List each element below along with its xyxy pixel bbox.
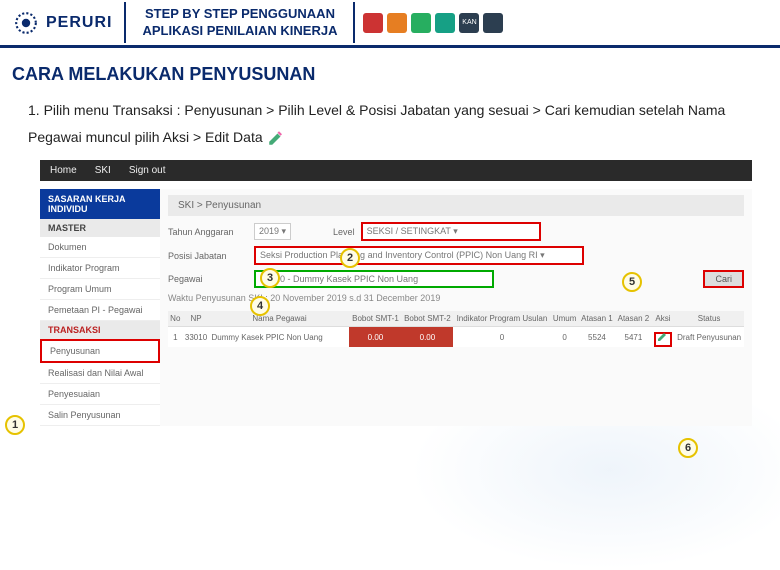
callout-6: 6 bbox=[678, 438, 698, 458]
instruction-text: 1. Pilih menu Transaksi : Penyusunan > P… bbox=[0, 93, 780, 160]
callout-1: 1 bbox=[5, 415, 25, 435]
sidebar-item-penyusunan[interactable]: Penyusunan bbox=[40, 339, 160, 363]
badge-icon bbox=[411, 13, 431, 33]
th-no: No bbox=[168, 311, 183, 327]
th-usulan: Indikator Program Usulan bbox=[453, 311, 550, 327]
sidebar-item-pemetaan[interactable]: Pemetaan PI - Pegawai bbox=[40, 300, 160, 321]
th-nama: Nama Pegawai bbox=[209, 311, 349, 327]
sidebar: SASARAN KERJA INDIVIDU MASTER Dokumen In… bbox=[40, 189, 160, 426]
sidebar-item-penyesuaian[interactable]: Penyesuaian bbox=[40, 384, 160, 405]
th-bobot2: Bobot SMT-2 bbox=[401, 311, 453, 327]
sidebar-item-realisasi[interactable]: Realisasi dan Nilai Awal bbox=[40, 363, 160, 384]
badge-icon bbox=[387, 13, 407, 33]
th-umum: Umum bbox=[550, 311, 578, 327]
level-select[interactable]: SEKSI / SETINGKAT ▾ bbox=[361, 222, 541, 241]
callout-4: 4 bbox=[250, 296, 270, 316]
tahun-select[interactable]: 2019 ▾ bbox=[254, 223, 291, 240]
callout-3: 3 bbox=[260, 268, 280, 288]
nav-home[interactable]: Home bbox=[50, 165, 77, 176]
peruri-logo-icon bbox=[12, 9, 40, 37]
posisi-label: Posisi Jabatan bbox=[168, 251, 248, 261]
posisi-select[interactable]: Seksi Production Planning and Inventory … bbox=[254, 246, 584, 265]
logo: PERURI bbox=[0, 9, 124, 37]
th-atasan2: Atasan 2 bbox=[615, 311, 651, 327]
table-row: 1 33010 Dummy Kasek PPIC Non Uang 0.00 0… bbox=[168, 327, 744, 348]
slide-title: STEP BY STEP PENGGUNAAN APLIKASI PENILAI… bbox=[124, 2, 355, 44]
sidebar-item-salin[interactable]: Salin Penyusunan bbox=[40, 405, 160, 426]
result-table: No NP Nama Pegawai Bobot SMT-1 Bobot SMT… bbox=[168, 311, 744, 347]
kan-badge: KAN bbox=[459, 13, 479, 33]
cari-button[interactable]: Cari bbox=[703, 270, 744, 288]
sidebar-item-program[interactable]: Program Umum bbox=[40, 279, 160, 300]
nav-ski[interactable]: SKI bbox=[95, 165, 111, 176]
app-topbar: Home SKI Sign out bbox=[40, 160, 752, 181]
callout-2: 2 bbox=[340, 248, 360, 268]
slide-header: PERURI STEP BY STEP PENGGUNAAN APLIKASI … bbox=[0, 0, 780, 48]
th-aksi: Aksi bbox=[652, 311, 675, 327]
pegawai-select[interactable]: 33010 - Dummy Kasek PPIC Non Uang bbox=[254, 270, 494, 288]
app-screenshot: Home SKI Sign out SASARAN KERJA INDIVIDU… bbox=[40, 160, 752, 426]
th-atasan1: Atasan 1 bbox=[579, 311, 615, 327]
edit-icon bbox=[657, 330, 669, 342]
section-heading: CARA MELAKUKAN PENYUSUNAN bbox=[0, 48, 780, 93]
main-panel: SKI > Penyusunan Tahun Anggaran 2019 ▾ L… bbox=[160, 189, 752, 426]
edit-pencil-icon bbox=[267, 129, 285, 147]
badge-icon bbox=[435, 13, 455, 33]
cert-badges: KAN bbox=[355, 13, 511, 33]
nav-signout[interactable]: Sign out bbox=[129, 165, 166, 176]
pegawai-label: Pegawai bbox=[168, 274, 248, 284]
aksi-cell[interactable] bbox=[652, 327, 675, 348]
sidebar-item-indikator[interactable]: Indikator Program bbox=[40, 258, 160, 279]
callout-5: 5 bbox=[622, 272, 642, 292]
tahun-label: Tahun Anggaran bbox=[168, 227, 248, 237]
sidebar-group-header: SASARAN KERJA INDIVIDU bbox=[40, 189, 160, 219]
sidebar-transaksi-header: TRANSAKSI bbox=[40, 321, 160, 339]
th-bobot1: Bobot SMT-1 bbox=[349, 311, 401, 327]
sidebar-master-header: MASTER bbox=[40, 219, 160, 237]
th-np: NP bbox=[183, 311, 210, 327]
level-label: Level bbox=[333, 227, 355, 237]
logo-text: PERURI bbox=[46, 14, 112, 32]
sidebar-item-dokumen[interactable]: Dokumen bbox=[40, 237, 160, 258]
badge-icon bbox=[363, 13, 383, 33]
breadcrumb: SKI > Penyusunan bbox=[168, 195, 744, 216]
th-status: Status bbox=[674, 311, 744, 327]
smp-badge-icon bbox=[483, 13, 503, 33]
